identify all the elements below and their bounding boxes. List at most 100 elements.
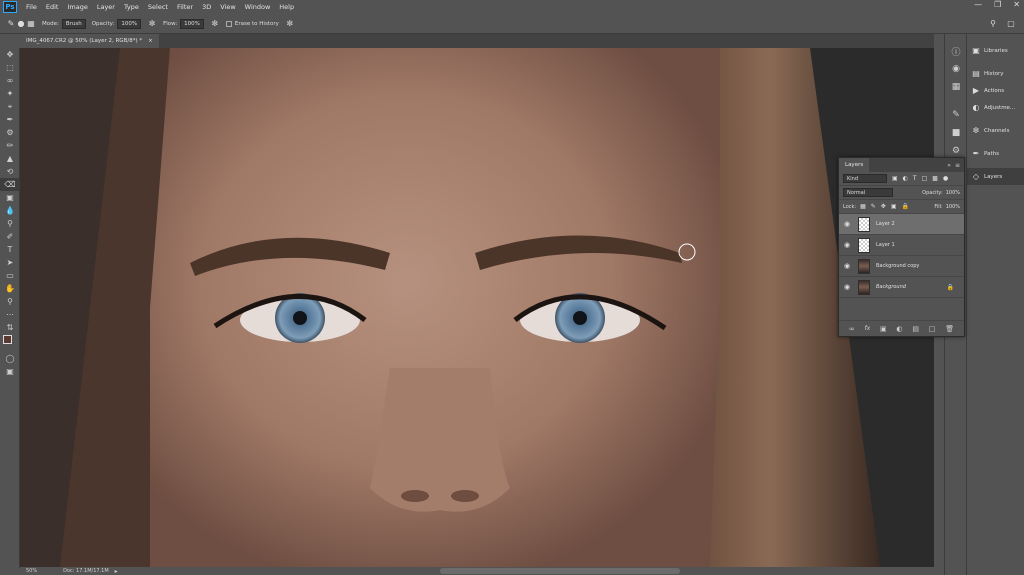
color-swatches-icon[interactable] — [0, 334, 20, 352]
delete-layer-icon[interactable]: 🗑 — [945, 325, 954, 333]
lock-artboard-icon[interactable]: ▣ — [891, 203, 897, 210]
history-brush-tool-icon[interactable]: ⟲ — [0, 165, 20, 178]
menu-window[interactable]: Window — [245, 3, 271, 11]
quick-mask-icon[interactable]: ◯ — [0, 352, 20, 365]
fill-input[interactable]: 100% — [946, 204, 960, 210]
visibility-eye-icon[interactable]: ◉ — [839, 262, 855, 270]
marquee-tool-icon[interactable]: ⬚ — [0, 61, 20, 74]
color-panel-icon[interactable]: ◉ — [945, 60, 967, 78]
dodge-tool-icon[interactable]: ⚲ — [0, 217, 20, 230]
layer-opacity-input[interactable]: 100% — [946, 190, 960, 196]
menu-select[interactable]: Select — [148, 3, 168, 11]
menu-type[interactable]: Type — [124, 3, 139, 11]
clone-stamp-tool-icon[interactable]: ▲ — [0, 152, 20, 165]
panel-libraries[interactable]: ▣ Libraries — [967, 42, 1024, 59]
visibility-eye-icon[interactable]: ◉ — [839, 241, 855, 249]
menu-help[interactable]: Help — [279, 3, 294, 11]
brush-preset-icon[interactable]: ● — [16, 19, 26, 29]
brushes-icon[interactable]: ■ — [945, 124, 967, 142]
document-canvas[interactable] — [20, 48, 934, 567]
panel-layers[interactable]: ◇ Layers — [967, 168, 1024, 185]
info-icon[interactable]: ⓘ — [945, 42, 967, 60]
restore-icon[interactable]: ❐ — [994, 0, 1001, 9]
menu-view[interactable]: View — [220, 3, 235, 11]
blend-mode-select[interactable]: Normal — [843, 188, 893, 197]
move-tool-icon[interactable]: ✥ — [0, 48, 20, 61]
pressure-opacity-icon[interactable]: ✼ — [147, 19, 157, 29]
path-select-tool-icon[interactable]: ➤ — [0, 256, 20, 269]
filter-kind-select[interactable]: Kind — [843, 174, 887, 183]
zoom-tool-icon[interactable]: ⚲ — [0, 295, 20, 308]
new-group-icon[interactable]: ▤ — [912, 325, 919, 333]
swatches-panel-icon[interactable]: ▦ — [945, 78, 967, 96]
lock-transparent-icon[interactable]: ▦ — [860, 203, 866, 210]
layer-row[interactable]: ◉ Background copy — [839, 256, 964, 277]
panel-adjustments[interactable]: ◐ Adjustme... — [967, 99, 1024, 116]
menu-3d[interactable]: 3D — [202, 3, 211, 11]
eraser-tool-preset-icon[interactable]: ✎ — [6, 19, 16, 29]
panel-history[interactable]: ▤ History — [967, 65, 1024, 82]
erase-history-checkbox[interactable] — [225, 20, 232, 27]
filter-pixel-icon[interactable]: ▣ — [892, 175, 898, 182]
visibility-eye-icon[interactable]: ◉ — [839, 220, 855, 228]
lasso-tool-icon[interactable]: ∞ — [0, 74, 20, 87]
healing-brush-tool-icon[interactable]: ⚙ — [0, 126, 20, 139]
menu-layer[interactable]: Layer — [97, 3, 115, 11]
visibility-eye-icon[interactable]: ◉ — [839, 283, 855, 291]
pressure-size-icon[interactable]: ✼ — [285, 19, 295, 29]
eyedropper-tool-icon[interactable]: ✒ — [0, 113, 20, 126]
shape-tool-icon[interactable]: ▭ — [0, 269, 20, 282]
layer-row[interactable]: ◉ Layer 1 — [839, 235, 964, 256]
more-tools-icon[interactable]: ⋯ — [0, 308, 20, 321]
close-tab-icon[interactable]: × — [148, 34, 153, 48]
foreground-color-swatch[interactable] — [3, 335, 12, 344]
filter-smart-object-icon[interactable]: ▩ — [932, 175, 938, 182]
menu-file[interactable]: File — [26, 3, 37, 11]
quick-select-tool-icon[interactable]: ✦ — [0, 87, 20, 100]
panel-channels[interactable]: ✼ Channels — [967, 122, 1024, 139]
brush-panel-icon[interactable]: ▦ — [26, 19, 36, 29]
panel-actions[interactable]: ▶ Actions — [967, 82, 1024, 99]
collapse-panel-icon[interactable]: » — [947, 162, 951, 169]
brush-tool-icon[interactable]: ✏ — [0, 139, 20, 152]
screen-mode-icon[interactable]: ▣ — [0, 365, 20, 378]
horizontal-scrollbar-thumb[interactable] — [440, 568, 680, 574]
blur-tool-icon[interactable]: 💧 — [0, 204, 20, 217]
panel-menu-icon[interactable]: ≡ — [955, 162, 960, 169]
menu-image[interactable]: Image — [67, 3, 87, 11]
lock-image-icon[interactable]: ✎ — [871, 203, 876, 210]
menu-edit[interactable]: Edit — [46, 3, 59, 11]
layer-row[interactable]: ◉ Background 🔒 — [839, 277, 964, 298]
airbrush-icon[interactable]: ✼ — [210, 19, 220, 29]
zoom-level[interactable]: 50% — [26, 568, 37, 574]
crop-tool-icon[interactable]: ⌖ — [0, 100, 20, 113]
opacity-input[interactable]: 100% — [117, 18, 142, 29]
filter-type-icon[interactable]: T — [913, 175, 917, 182]
panel-paths[interactable]: ✒ Paths — [967, 145, 1024, 162]
adjustment-layer-icon[interactable]: ◐ — [896, 325, 902, 333]
close-icon[interactable]: ✕ — [1013, 0, 1020, 9]
filter-shape-icon[interactable]: □ — [922, 175, 928, 182]
erase-history-option[interactable]: Erase to History — [225, 20, 279, 27]
mode-select[interactable]: Brush — [61, 18, 86, 29]
search-icon[interactable]: ⚲ — [988, 19, 998, 29]
menu-filter[interactable]: Filter — [177, 3, 193, 11]
status-arrow-icon[interactable]: ▸ — [115, 568, 118, 575]
type-tool-icon[interactable]: T — [0, 243, 20, 256]
new-layer-icon[interactable]: □ — [929, 325, 936, 333]
gradient-tool-icon[interactable]: ▣ — [0, 191, 20, 204]
filter-toggle-icon[interactable]: ● — [943, 175, 948, 182]
swap-colors-icon[interactable]: ⇅ — [0, 321, 20, 334]
eraser-tool-icon[interactable]: ⌫ — [0, 178, 20, 191]
link-layers-icon[interactable]: ∞ — [849, 325, 855, 333]
brush-settings-icon[interactable]: ✎ — [945, 106, 967, 124]
workspace-icon[interactable]: ▢ — [1006, 19, 1016, 29]
layers-tab[interactable]: Layers — [839, 158, 870, 172]
lock-all-icon[interactable]: 🔒 — [902, 203, 909, 210]
pen-tool-icon[interactable]: ✐ — [0, 230, 20, 243]
flow-input[interactable]: 100% — [180, 18, 204, 29]
document-tab[interactable]: IMG_4067.CR2 @ 50% (Layer 2, RGB/8*) * × — [20, 34, 159, 48]
add-mask-icon[interactable]: ▣ — [880, 325, 887, 333]
minimize-icon[interactable]: — — [974, 0, 982, 9]
filter-adjustment-icon[interactable]: ◐ — [903, 175, 908, 182]
